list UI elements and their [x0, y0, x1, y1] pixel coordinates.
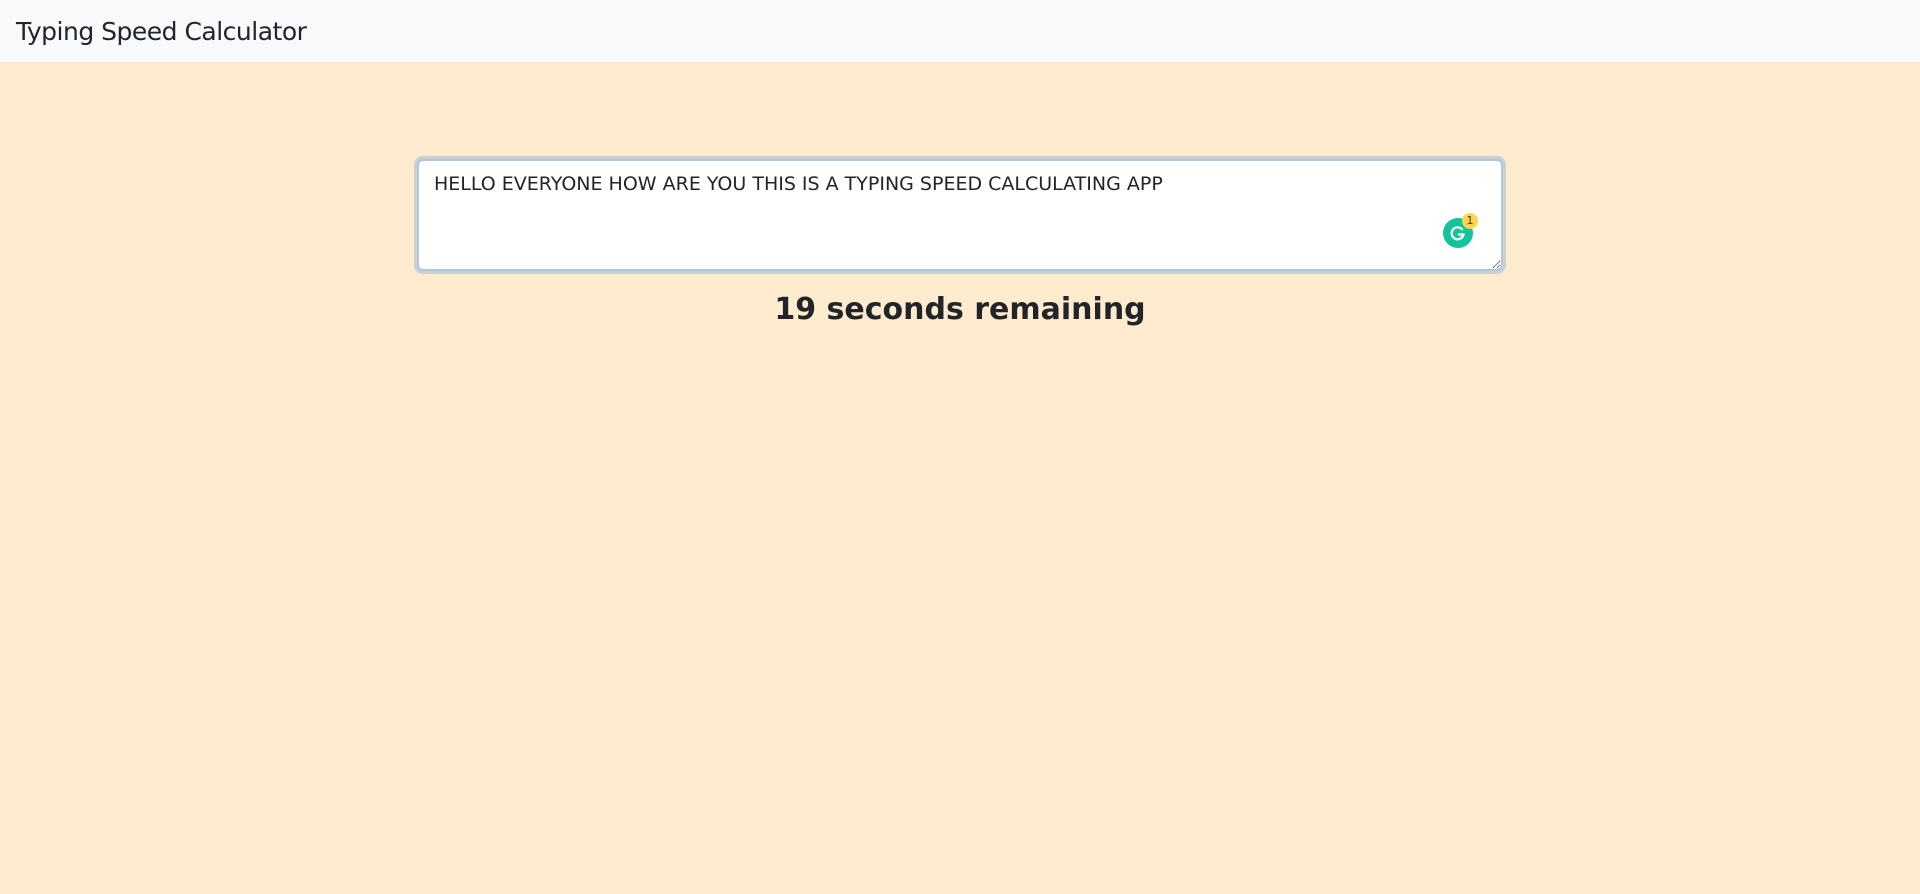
typing-input-wrapper: 1 — [417, 159, 1503, 271]
navbar-brand[interactable]: Typing Speed Calculator — [16, 17, 307, 46]
typing-input[interactable] — [417, 159, 1503, 271]
grammarly-badge: 1 — [1462, 213, 1478, 229]
timer-text: 19 seconds remaining — [774, 292, 1146, 327]
navbar: Typing Speed Calculator — [0, 0, 1920, 62]
main-content: 1 19 seconds remaining — [0, 62, 1920, 894]
